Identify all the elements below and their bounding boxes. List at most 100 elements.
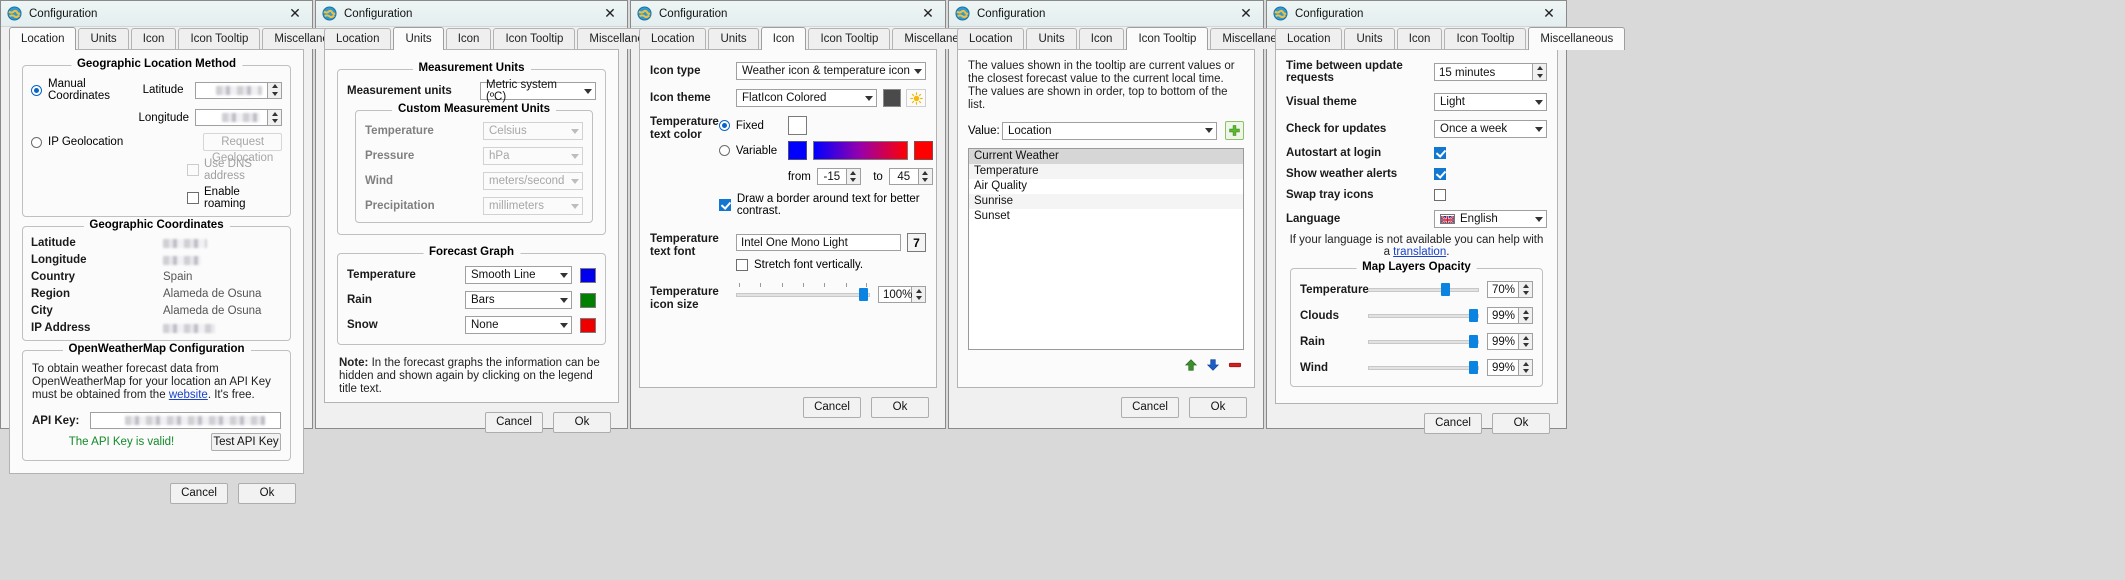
tab-location[interactable]: Location (1275, 28, 1343, 49)
update-interval-up-icon[interactable] (1533, 64, 1546, 72)
test-api-key-button[interactable]: Test API Key (211, 433, 281, 451)
list-item[interactable]: Temperature (969, 164, 1243, 179)
close-icon[interactable]: ✕ (1235, 4, 1257, 24)
update-interval-spinner[interactable]: 15 minutes (1434, 63, 1547, 81)
forecast-combo-snow[interactable]: None (465, 316, 572, 334)
tab-location[interactable]: Location (957, 28, 1025, 49)
ok-button[interactable]: Ok (1189, 397, 1247, 418)
opacity-spinner-clouds[interactable]: 99% (1487, 307, 1533, 324)
theme-dark-preview-swatch[interactable] (883, 89, 901, 107)
forecast-color-temperature[interactable] (580, 267, 596, 283)
visual-theme-combo[interactable]: Light (1434, 93, 1547, 111)
cancel-button[interactable]: Cancel (1121, 397, 1179, 418)
to-up-icon[interactable] (919, 169, 932, 177)
tab-icon-tooltip[interactable]: Icon Tooltip (178, 28, 261, 49)
temperature-icon-size-slider[interactable] (736, 282, 870, 302)
custom-combo-precipitation[interactable]: millimeters (483, 197, 583, 215)
close-icon[interactable]: ✕ (1538, 4, 1560, 24)
variable-to-color-swatch[interactable] (913, 141, 933, 160)
weather-alerts-checkbox[interactable] (1434, 168, 1446, 180)
opacity-wind-up-icon[interactable] (1519, 360, 1532, 368)
cancel-button[interactable]: Cancel (1424, 413, 1482, 434)
custom-combo-temperature[interactable]: Celsius (483, 122, 583, 140)
api-key-input[interactable] (90, 412, 281, 429)
forecast-combo-temperature[interactable]: Smooth Line (465, 266, 572, 284)
opacity-clouds-down-icon[interactable] (1519, 316, 1532, 324)
radio-variable-color[interactable] (718, 145, 730, 156)
temperature-text-font-input[interactable]: Intel One Mono Light (736, 234, 901, 251)
list-item[interactable]: Current Weather (969, 149, 1243, 164)
request-geolocation-button[interactable]: Request Geolocation (203, 133, 282, 164)
font-picker-icon[interactable]: 7 (907, 233, 926, 252)
to-spinner[interactable]: 45 (888, 168, 933, 185)
tab-units[interactable]: Units (393, 27, 444, 50)
latitude-down-icon[interactable] (268, 90, 281, 98)
slider-thumb[interactable] (1468, 360, 1478, 374)
tab-icon-tooltip[interactable]: Icon Tooltip (493, 28, 576, 49)
list-item[interactable]: Sunset (969, 209, 1243, 224)
opacity-spinner-rain[interactable]: 99% (1487, 333, 1533, 350)
latitude-up-icon[interactable] (268, 83, 281, 91)
tab-icon-tooltip[interactable]: Icon Tooltip (808, 28, 891, 49)
opacity-rain-down-icon[interactable] (1519, 342, 1532, 350)
opacity-spinner-wind[interactable]: 99% (1487, 359, 1533, 376)
tab-icon-tooltip[interactable]: Icon Tooltip (1444, 28, 1527, 49)
forecast-combo-rain[interactable]: Bars (465, 291, 572, 309)
plus-icon[interactable] (1225, 121, 1244, 140)
stretch-font-checkbox[interactable] (736, 259, 748, 271)
slider-thumb[interactable] (1468, 334, 1478, 348)
variable-from-color-swatch[interactable] (787, 141, 807, 160)
opacity-temperature-down-icon[interactable] (1519, 290, 1532, 298)
tab-icon[interactable]: Icon (130, 28, 177, 49)
tab-icon[interactable]: Icon (445, 28, 492, 49)
temperature-icon-size-spinner[interactable]: 100% (878, 286, 926, 303)
ok-button[interactable]: Ok (238, 483, 296, 504)
tooltip-values-list[interactable]: Current Weather Temperature Air Quality … (968, 148, 1244, 350)
tab-units[interactable]: Units (1026, 28, 1077, 49)
slider-thumb[interactable] (859, 287, 868, 301)
draw-border-checkbox[interactable] (718, 199, 731, 211)
tab-location[interactable]: Location (9, 27, 77, 50)
autostart-checkbox[interactable] (1434, 147, 1446, 159)
tab-units[interactable]: Units (78, 28, 129, 49)
sun-icon[interactable] (906, 89, 926, 107)
opacity-clouds-up-icon[interactable] (1519, 308, 1532, 316)
use-dns-address-checkbox[interactable] (187, 164, 199, 176)
close-icon[interactable]: ✕ (284, 4, 306, 24)
custom-combo-wind[interactable]: meters/second (483, 172, 583, 190)
opacity-slider-clouds[interactable] (1368, 308, 1479, 323)
from-up-icon[interactable] (847, 169, 860, 177)
fixed-color-swatch[interactable] (787, 116, 807, 135)
tab-units[interactable]: Units (1344, 28, 1395, 49)
translation-link[interactable]: translation (1393, 246, 1446, 258)
opacity-spinner-temperature[interactable]: 70% (1487, 281, 1533, 298)
ok-button[interactable]: Ok (553, 412, 611, 433)
size-down-icon[interactable] (912, 295, 925, 303)
icon-type-combo[interactable]: Weather icon & temperature icon (736, 62, 926, 80)
tab-location[interactable]: Location (639, 28, 707, 49)
radio-manual-coordinates[interactable] (31, 84, 42, 96)
longitude-down-icon[interactable] (268, 118, 281, 126)
from-spinner[interactable]: -15 (816, 168, 861, 185)
value-combo[interactable]: Location (1002, 121, 1217, 140)
opacity-temperature-up-icon[interactable] (1519, 282, 1532, 290)
list-item[interactable]: Sunrise (969, 194, 1243, 209)
ok-button[interactable]: Ok (871, 397, 929, 418)
icon-theme-combo[interactable]: FlatIcon Colored (736, 89, 877, 107)
tab-icon-tooltip[interactable]: Icon Tooltip (1126, 27, 1209, 50)
check-updates-combo[interactable]: Once a week (1434, 120, 1547, 138)
tab-icon[interactable]: Icon (760, 27, 807, 50)
cancel-button[interactable]: Cancel (485, 412, 543, 433)
opacity-slider-temperature[interactable] (1368, 282, 1479, 297)
cancel-button[interactable]: Cancel (803, 397, 861, 418)
measurement-units-combo[interactable]: Metric system (ºC) (480, 79, 596, 103)
tab-icon[interactable]: Icon (1396, 28, 1443, 49)
list-item[interactable]: Air Quality (969, 179, 1243, 194)
slider-thumb[interactable] (1441, 282, 1451, 296)
tab-location[interactable]: Location (324, 28, 392, 49)
opacity-slider-rain[interactable] (1368, 334, 1479, 349)
radio-ip-geolocation[interactable] (31, 136, 42, 148)
tab-icon[interactable]: Icon (1078, 28, 1125, 49)
move-up-icon[interactable] (1184, 358, 1198, 375)
radio-fixed-color[interactable] (718, 120, 730, 131)
